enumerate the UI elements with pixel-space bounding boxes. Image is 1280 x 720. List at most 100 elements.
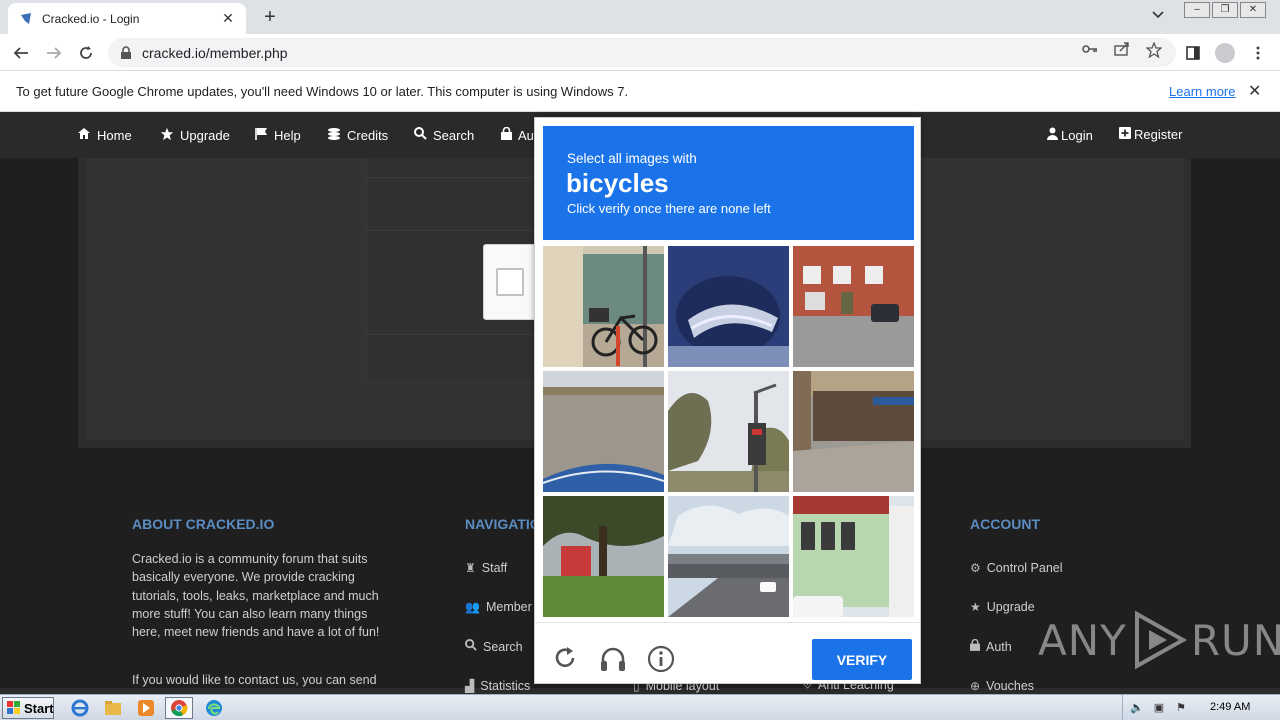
update-infobar: To get future Google Chrome updates, you… xyxy=(0,71,1280,112)
plus-circle-icon: ⊕ xyxy=(970,679,981,693)
network-icon[interactable]: ▣ xyxy=(1151,701,1167,715)
back-arrow-icon[interactable] xyxy=(10,42,32,64)
start-button[interactable]: Start xyxy=(2,697,54,719)
taskbar-ie-icon[interactable] xyxy=(66,697,94,719)
infobar-message: To get future Google Chrome updates, you… xyxy=(16,83,629,99)
captcha-tile-2[interactable] xyxy=(668,246,789,367)
footer-link-control-panel[interactable]: ⚙ Control Panel xyxy=(970,561,1063,575)
volume-icon[interactable]: 🔈 xyxy=(1129,701,1145,715)
captcha-tile-4[interactable] xyxy=(543,371,664,492)
nav-login[interactable]: Login xyxy=(1047,127,1093,143)
captcha-tile-6[interactable] xyxy=(793,371,914,492)
windows-logo-icon xyxy=(7,701,21,715)
recaptcha-checkbox[interactable] xyxy=(496,268,524,296)
footer-link-staff[interactable]: ♜ Staff xyxy=(465,561,507,575)
tab-title: Cracked.io - Login xyxy=(42,11,140,26)
captcha-tile-9[interactable] xyxy=(793,496,914,617)
captcha-tile-7[interactable] xyxy=(543,496,664,617)
share-icon[interactable] xyxy=(1114,42,1130,59)
footer-link-statistics[interactable]: ▟ Statistics xyxy=(465,679,530,693)
captcha-tile-3[interactable] xyxy=(793,246,914,367)
nav-credits[interactable]: Credits xyxy=(327,127,388,143)
nav-auth[interactable]: Au xyxy=(501,126,534,143)
users-icon: 👥 xyxy=(465,600,480,614)
footer-link-search[interactable]: Search xyxy=(465,639,523,654)
taskbar-clock[interactable]: 2:49 AM xyxy=(1210,701,1250,713)
search-icon xyxy=(414,127,427,143)
info-icon[interactable] xyxy=(647,645,675,673)
footer-about-heading: ABOUT CRACKED.IO xyxy=(132,516,275,532)
profile-avatar-icon[interactable] xyxy=(1214,42,1236,64)
start-label: Start xyxy=(24,700,54,716)
nav-search[interactable]: Search xyxy=(414,127,474,143)
nav-home-label: Home xyxy=(97,127,132,143)
footer-link-members[interactable]: 👥 Member xyxy=(465,600,532,614)
nav-help-label: Help xyxy=(274,128,301,143)
footer-about-text: Cracked.io is a community forum that sui… xyxy=(132,552,380,640)
tab-close-icon[interactable]: ✕ xyxy=(220,10,236,27)
chart-icon: ▟ xyxy=(465,679,475,693)
footer-link-vouches[interactable]: ⊕ Vouches xyxy=(970,679,1034,693)
nav-home[interactable]: Home xyxy=(77,127,132,143)
plus-square-icon xyxy=(1119,127,1131,142)
footer-link-upgrade[interactable]: ★ Upgrade xyxy=(970,600,1035,614)
taskbar-chrome-icon[interactable] xyxy=(165,697,193,719)
maximize-button[interactable]: ❐ xyxy=(1212,2,1238,18)
nav-auth-label: Au xyxy=(518,127,534,143)
tab-strip: Cracked.io - Login ✕ + – ❐ ✕ xyxy=(0,0,1280,34)
footer-about-text-contact: If you would like to contact us, you can… xyxy=(132,673,377,687)
browser-toolbar: cracked.io/member.php xyxy=(0,34,1280,71)
captcha-tile-8[interactable] xyxy=(668,496,789,617)
reload-icon[interactable] xyxy=(75,42,97,64)
infobar-close-icon[interactable]: ✕ xyxy=(1248,81,1261,101)
taskbar-media-player-icon[interactable] xyxy=(132,697,160,719)
side-panel-icon[interactable] xyxy=(1182,42,1204,64)
reload-challenge-icon[interactable] xyxy=(552,645,580,673)
menu-kebab-icon[interactable] xyxy=(1247,42,1269,64)
nav-register-label: Register xyxy=(1134,127,1183,142)
search-icon xyxy=(465,639,477,654)
nav-upgrade[interactable]: Upgrade xyxy=(160,127,230,144)
close-window-button[interactable]: ✕ xyxy=(1240,2,1266,18)
nav-register[interactable]: Register xyxy=(1119,127,1182,142)
flag-icon xyxy=(255,127,268,144)
window-controls: – ❐ ✕ xyxy=(1182,2,1266,18)
taskbar-explorer-icon[interactable] xyxy=(99,697,127,719)
captcha-tile-5[interactable] xyxy=(668,371,789,492)
key-icon[interactable] xyxy=(1082,42,1098,58)
user-icon xyxy=(1047,127,1058,143)
tab-search-chevron-icon[interactable] xyxy=(1152,8,1164,22)
nav-upgrade-label: Upgrade xyxy=(180,128,230,143)
captcha-subtext: Click verify once there are none left xyxy=(567,201,771,216)
captcha-header: Select all images with bicycles Click ve… xyxy=(543,126,914,240)
taskbar-edge-icon[interactable] xyxy=(200,697,228,719)
footer-navigation-heading: NAVIGATIO xyxy=(465,516,541,532)
audio-challenge-headphones-icon[interactable] xyxy=(599,645,627,673)
lock-icon xyxy=(970,638,980,654)
bookmark-star-icon[interactable] xyxy=(1145,41,1163,61)
browser-tab[interactable]: Cracked.io - Login ✕ xyxy=(8,3,246,34)
address-bar[interactable]: cracked.io/member.php xyxy=(108,38,1176,67)
captcha-challenge-dialog: Select all images with bicycles Click ve… xyxy=(534,117,921,684)
footer-account-heading: ACCOUNT xyxy=(970,516,1040,532)
forward-arrow-icon[interactable] xyxy=(43,42,65,64)
nav-search-label: Search xyxy=(433,127,475,143)
system-tray: 🔈 ▣ ⚑ 2:49 AM xyxy=(1122,695,1280,720)
nav-login-label: Login xyxy=(1061,127,1093,143)
learn-more-link[interactable]: Learn more xyxy=(1169,84,1235,99)
url-text: cracked.io/member.php xyxy=(142,44,288,61)
home-icon xyxy=(77,127,91,143)
action-center-flag-icon[interactable]: ⚑ xyxy=(1173,701,1189,715)
verify-button[interactable]: VERIFY xyxy=(812,639,912,680)
star-icon: ★ xyxy=(970,600,981,614)
captcha-target: bicycles xyxy=(566,168,669,198)
windows-taskbar: Start 🔈 ▣ ⚑ 2:49 AM xyxy=(0,694,1280,720)
staff-icon: ♜ xyxy=(465,561,476,575)
nav-help[interactable]: Help xyxy=(255,127,301,144)
footer-link-auth[interactable]: Auth xyxy=(970,638,1012,654)
captcha-tile-1[interactable] xyxy=(543,246,664,367)
site-favicon-icon xyxy=(18,11,34,27)
minimize-button[interactable]: – xyxy=(1184,2,1210,18)
coins-icon xyxy=(327,127,341,143)
new-tab-button[interactable]: + xyxy=(260,6,280,28)
